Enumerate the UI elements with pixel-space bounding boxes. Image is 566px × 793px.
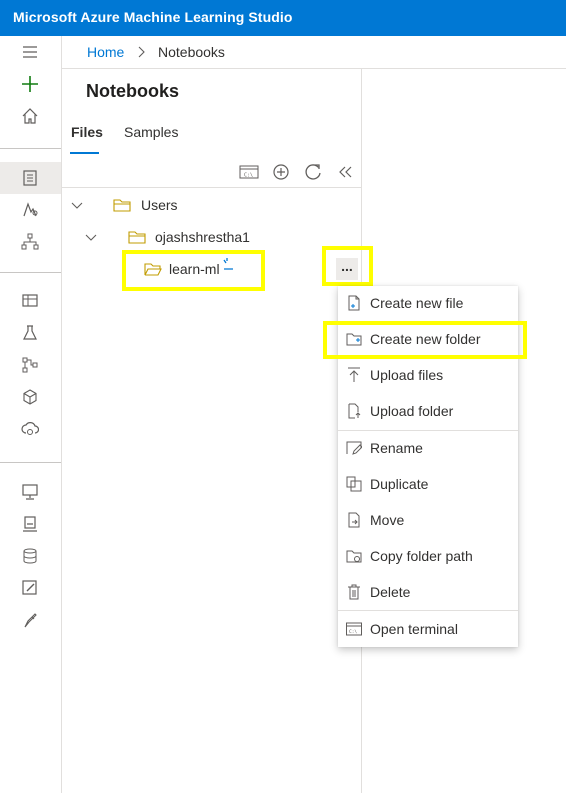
highlight-folder <box>122 250 265 291</box>
move-icon <box>345 511 363 529</box>
upload-folder-icon <box>345 402 363 420</box>
duplicate-icon <box>345 475 363 493</box>
new-file-icon <box>345 294 363 312</box>
top-bar: Microsoft Azure Machine Learning Studio <box>0 0 566 36</box>
upload-icon <box>345 366 363 384</box>
menu-item-create-new-file[interactable]: Create new file <box>338 287 518 319</box>
models-icon[interactable] <box>16 384 44 410</box>
panel-title: Notebooks <box>86 81 180 101</box>
notebooks-panel: Notebooks Files Samples C:\ Users ojashs… <box>62 69 362 793</box>
refresh-icon[interactable] <box>303 162 323 182</box>
menu-item-label: Move <box>370 512 405 528</box>
highlight-create-new-folder <box>323 321 527 359</box>
breadcrumb-home-link[interactable]: Home <box>87 44 124 60</box>
environments-icon[interactable] <box>16 511 44 537</box>
chevron-down-icon <box>85 234 97 241</box>
menu-item-open-terminal[interactable]: C:\ Open terminal <box>338 613 518 645</box>
data-labeling-icon[interactable] <box>16 575 44 601</box>
tree-item-users[interactable]: Users <box>71 193 178 217</box>
chevron-right-icon <box>138 46 145 58</box>
compute-icon[interactable] <box>16 479 44 505</box>
menu-item-upload-folder[interactable]: Upload folder <box>338 395 518 427</box>
menu-item-copy-folder-path[interactable]: Copy folder path <box>338 540 518 572</box>
automl-icon[interactable] <box>16 197 44 223</box>
menu-item-label: Rename <box>370 440 423 456</box>
notebook-icon[interactable] <box>16 165 44 191</box>
rename-icon <box>345 439 363 457</box>
add-icon[interactable] <box>271 162 291 182</box>
more-options-button[interactable]: ... <box>327 253 367 284</box>
home-icon[interactable] <box>16 103 44 129</box>
datasets-icon[interactable] <box>16 288 44 314</box>
terminal-icon[interactable]: C:\ <box>239 162 259 182</box>
nav-separator <box>0 462 61 463</box>
hamburger-icon[interactable] <box>16 39 44 65</box>
tree-item-label: Users <box>141 197 178 213</box>
left-nav <box>0 36 62 793</box>
pipelines-icon[interactable] <box>16 352 44 378</box>
breadcrumb: Home Notebooks <box>62 36 566 69</box>
menu-item-label: Upload files <box>370 367 444 383</box>
menu-separator <box>338 430 518 431</box>
menu-item-label: Delete <box>370 584 411 600</box>
tab-files[interactable]: Files <box>71 124 103 140</box>
svg-text:C:\: C:\ <box>349 629 357 635</box>
collapse-panel-icon[interactable] <box>335 162 355 182</box>
chevron-down-icon <box>71 202 83 209</box>
tree-item-label: ojashshrestha1 <box>155 229 250 245</box>
menu-separator <box>338 610 518 611</box>
tab-samples[interactable]: Samples <box>124 124 178 140</box>
menu-item-delete[interactable]: Delete <box>338 576 518 608</box>
folder-icon <box>113 199 131 212</box>
tree-item-user[interactable]: ojashshrestha1 <box>85 225 250 249</box>
menu-item-label: Open terminal <box>370 621 458 637</box>
tab-active-underline <box>70 152 99 154</box>
menu-item-label: Copy folder path <box>370 548 473 564</box>
folder-icon <box>128 231 146 244</box>
menu-item-label: Upload folder <box>370 403 454 419</box>
menu-item-duplicate[interactable]: Duplicate <box>338 468 518 500</box>
datastores-icon[interactable] <box>16 543 44 569</box>
linked-services-icon[interactable] <box>16 607 44 633</box>
endpoints-icon[interactable] <box>16 416 44 442</box>
menu-item-move[interactable]: Move <box>338 504 518 536</box>
menu-item-upload-files[interactable]: Upload files <box>338 359 518 391</box>
terminal-icon: C:\ <box>345 620 363 638</box>
nav-separator <box>0 148 61 149</box>
designer-icon[interactable] <box>16 229 44 255</box>
menu-item-label: Duplicate <box>370 476 429 492</box>
copy-path-icon <box>345 547 363 565</box>
breadcrumb-current: Notebooks <box>158 44 225 60</box>
toolbar-divider <box>62 187 361 188</box>
app-title: Microsoft Azure Machine Learning Studio <box>13 9 293 25</box>
menu-item-rename[interactable]: Rename <box>338 432 518 464</box>
plus-icon[interactable] <box>16 71 44 97</box>
svg-text:C:\: C:\ <box>244 173 253 179</box>
menu-item-label: Create new file <box>370 295 464 311</box>
experiments-icon[interactable] <box>16 320 44 346</box>
nav-separator <box>0 272 61 273</box>
delete-icon <box>345 583 363 601</box>
more-options-label: ... <box>336 257 358 280</box>
